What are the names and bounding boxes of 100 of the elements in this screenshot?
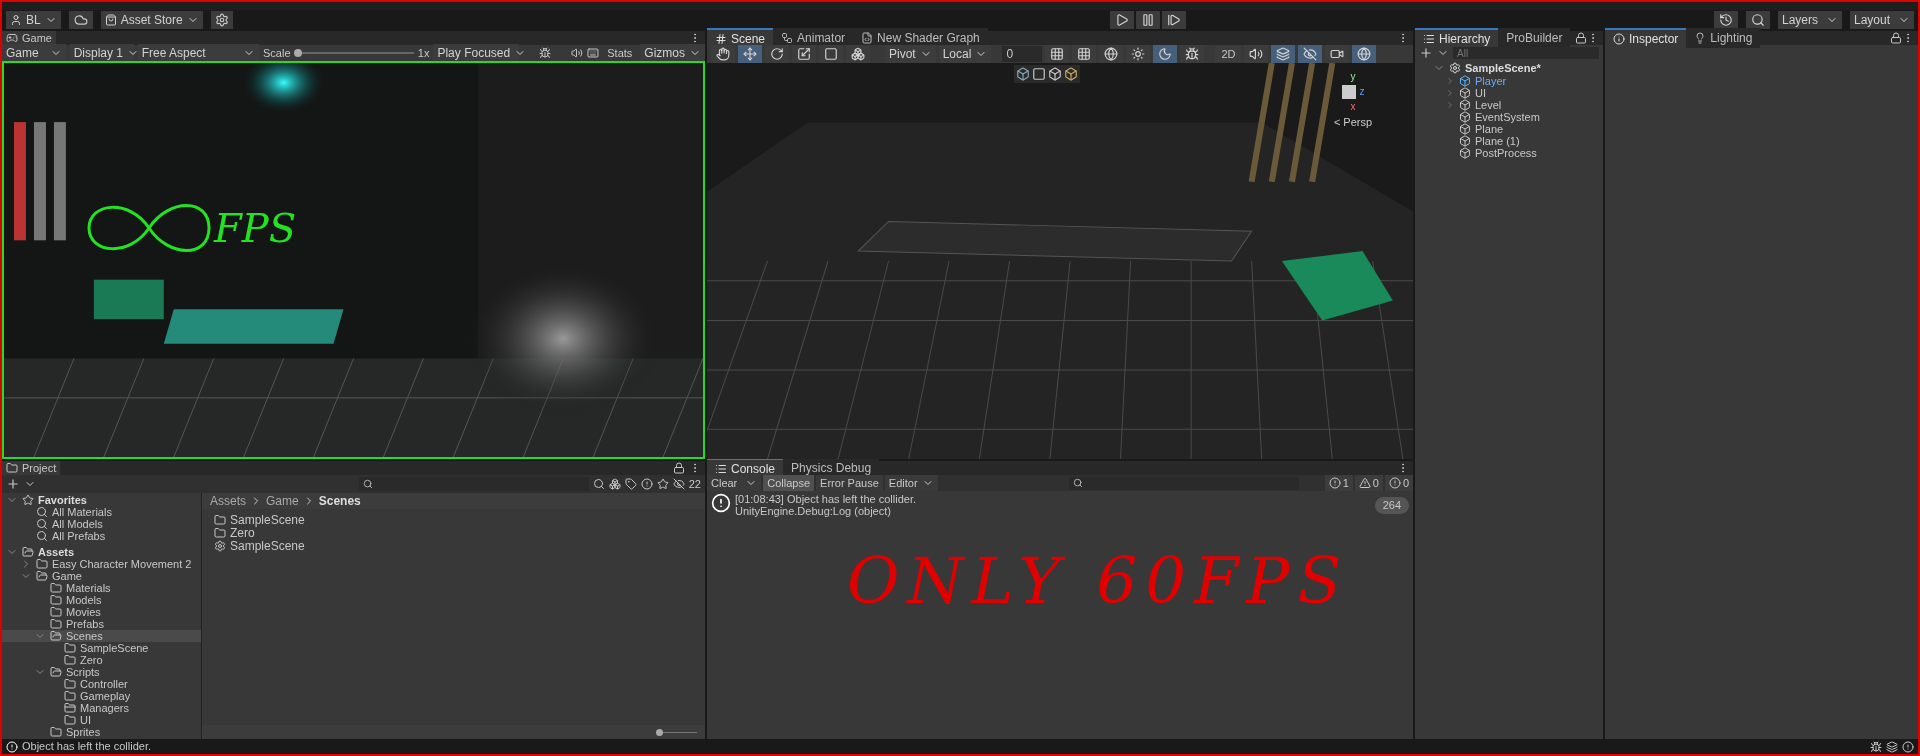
project-tree-item[interactable]: UI [2, 714, 201, 726]
history-button[interactable] [1714, 11, 1738, 29]
file-item[interactable]: Zero [214, 526, 693, 539]
cube-icon[interactable] [1064, 67, 1078, 81]
rotate-tool-button[interactable] [765, 45, 789, 63]
hierarchy-item[interactable]: UI [1433, 87, 1603, 99]
alert-icon[interactable] [640, 478, 653, 490]
console-toolbar-button[interactable]: Editor [884, 475, 938, 491]
project-tree-item[interactable]: Gameplay [2, 690, 201, 702]
lock-icon[interactable] [1575, 32, 1587, 44]
move-tool-button[interactable] [738, 45, 762, 63]
hierarchy-item[interactable]: Player [1433, 75, 1603, 87]
panel-tab[interactable]: ProBuilder [1498, 28, 1571, 48]
add-icon[interactable] [1419, 46, 1433, 60]
project-tree-item[interactable]: All Materials [2, 506, 201, 518]
cube-icon[interactable] [1048, 67, 1062, 81]
hand-tool-button[interactable] [711, 45, 735, 63]
gizmo-button[interactable] [1180, 45, 1205, 63]
stats-button[interactable]: Stats [603, 44, 637, 62]
project-tree-item[interactable]: Managers [2, 702, 201, 714]
bug-icon[interactable] [1870, 740, 1882, 753]
visibility-button[interactable] [1298, 45, 1323, 63]
hidden-icon[interactable] [672, 478, 685, 490]
hierarchy-item[interactable]: Level [1433, 99, 1603, 111]
star-icon[interactable] [656, 478, 669, 490]
transform-tool-button[interactable] [846, 45, 870, 63]
play-button[interactable] [1110, 11, 1134, 29]
asset-store-dropdown[interactable]: Asset Store [100, 11, 203, 29]
search-field[interactable]: All [1453, 47, 1599, 59]
panel-tab[interactable]: Project [2, 461, 61, 475]
cube-icon[interactable] [1016, 67, 1030, 81]
shaded-button[interactable] [1126, 45, 1151, 63]
wireframe-button[interactable] [1099, 45, 1124, 63]
breadcrumb-item[interactable]: Scenes [318, 492, 361, 510]
settings-button[interactable] [210, 11, 233, 29]
gizmos-dropdown[interactable]: Gizmos [640, 44, 705, 62]
audio-button[interactable] [1244, 45, 1269, 63]
hierarchy-item[interactable]: Plane (1) [1433, 135, 1603, 147]
project-tree-item[interactable]: All Prefabs [2, 530, 201, 542]
2d-toggle[interactable]: 2D [1215, 46, 1242, 62]
slider-thumb[interactable] [294, 49, 303, 57]
search-button[interactable] [1746, 11, 1770, 29]
game-mode-dropdown[interactable]: Game [2, 44, 66, 62]
console-toolbar-button[interactable]: Error Pause [816, 475, 883, 491]
project-tree-item[interactable]: Easy Character Movement 2 [2, 558, 201, 570]
grid-size-field[interactable]: 0 [1002, 46, 1043, 62]
scene-row[interactable]: SampleScene* [1433, 61, 1603, 75]
projection-label[interactable]: < Persp [1333, 114, 1373, 131]
display-dropdown[interactable]: Display 1 [69, 44, 134, 62]
grid-snap-button[interactable] [1045, 45, 1070, 63]
console-toolbar-button[interactable]: Collapse [763, 475, 815, 491]
lit-button[interactable] [1153, 45, 1178, 63]
slider-thumb[interactable] [656, 728, 663, 736]
panel-tab[interactable]: Inspector [1605, 28, 1687, 48]
project-tree-item[interactable]: SampleScene [2, 642, 201, 654]
tag-icon[interactable] [624, 478, 637, 490]
hierarchy-item[interactable]: EventSystem [1433, 111, 1603, 123]
log-count-toggle[interactable]: 1 [1324, 475, 1353, 491]
console-toolbar-button[interactable]: Clear [707, 475, 762, 491]
file-item[interactable]: SampleScene [214, 513, 693, 526]
panel-tab[interactable]: Scene [707, 28, 774, 48]
panel-tab[interactable]: Hierarchy [1415, 28, 1499, 48]
pivot-dropdown[interactable]: Pivot [885, 45, 936, 63]
scale-slider[interactable] [294, 48, 414, 58]
camera-button[interactable] [1325, 45, 1350, 63]
project-tree-item[interactable]: Scenes [2, 630, 201, 642]
zoom-slider[interactable] [657, 728, 697, 736]
log-count-toggle[interactable]: 0 [1354, 475, 1383, 491]
add-icon[interactable] [6, 477, 20, 491]
hierarchy-item[interactable]: Plane [1433, 123, 1603, 135]
breadcrumb-item[interactable]: Game [266, 492, 299, 510]
project-tree-item[interactable]: Sprites [2, 726, 201, 738]
lock-icon[interactable] [1890, 32, 1902, 44]
project-tree-item[interactable]: Favorites [2, 494, 201, 506]
project-tree-item[interactable]: Controller [2, 678, 201, 690]
layers-icon[interactable] [1886, 740, 1898, 753]
file-item[interactable]: SampleScene [214, 539, 693, 552]
hierarchy-item[interactable]: PostProcess [1433, 147, 1603, 159]
project-tree-item[interactable]: Materials [2, 582, 201, 594]
project-tree-item[interactable]: Zero [2, 654, 201, 666]
grid-button[interactable] [1072, 45, 1097, 63]
shapes-icon[interactable] [608, 478, 621, 490]
breadcrumb-item[interactable]: Assets [210, 492, 246, 510]
aspect-dropdown[interactable]: Free Aspect [137, 44, 259, 62]
pause-button[interactable] [1136, 11, 1160, 29]
project-tree-item[interactable]: Game [2, 570, 201, 582]
local-dropdown[interactable]: Local [938, 45, 992, 63]
project-tree-item[interactable]: Scripts [2, 666, 201, 678]
layout-dropdown[interactable]: Layout [1850, 11, 1914, 29]
scale-tool-button[interactable] [792, 45, 816, 63]
project-tree-item[interactable]: Prefabs [2, 618, 201, 630]
cloud-button[interactable] [68, 11, 93, 29]
search-by-type-icon[interactable] [592, 478, 605, 490]
rect-icon[interactable] [1032, 67, 1046, 81]
panel-tab[interactable]: New Shader Graph [853, 28, 988, 48]
speaker-icon[interactable] [571, 47, 584, 59]
layers-dropdown[interactable]: Layers [1778, 11, 1842, 29]
project-tree-item[interactable]: All Models [2, 518, 201, 530]
search-field[interactable] [1068, 476, 1299, 490]
layers-button[interactable] [1271, 45, 1296, 63]
